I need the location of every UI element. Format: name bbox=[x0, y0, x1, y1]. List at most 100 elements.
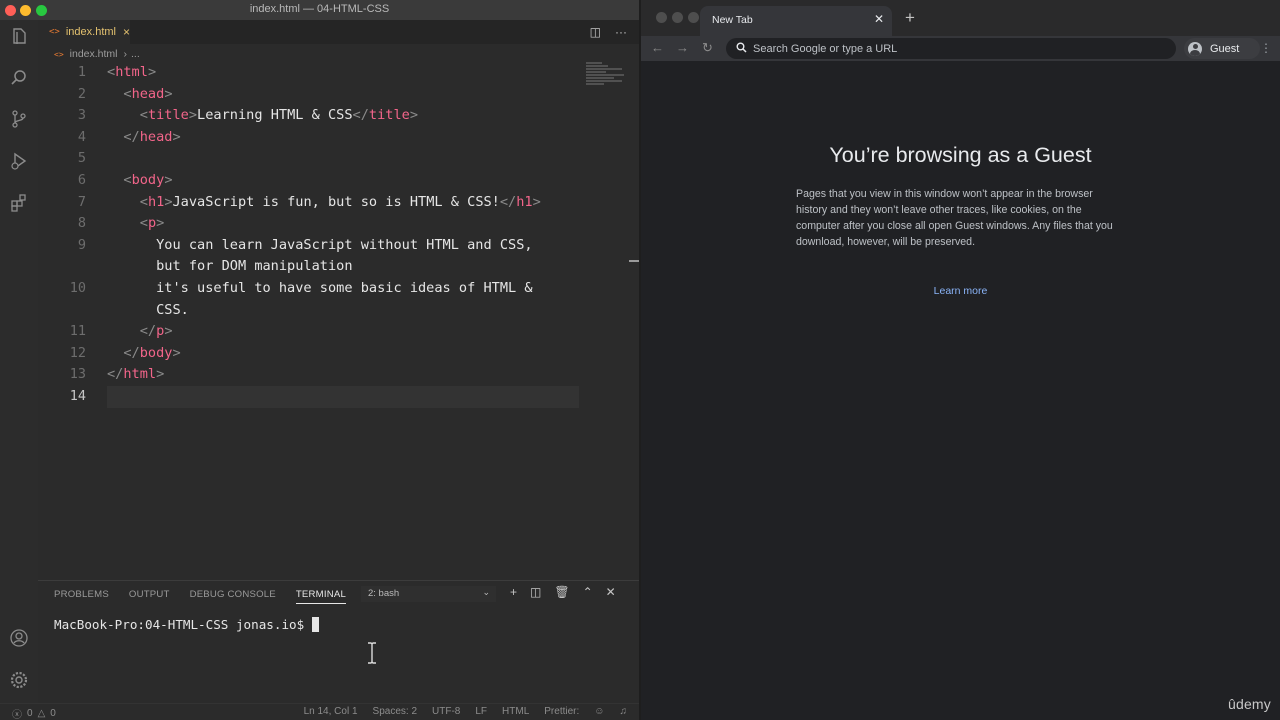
code-text: <h1>JavaScript is fun, but so is HTML & … bbox=[107, 192, 541, 214]
panel-tab-terminal[interactable]: TERMINAL bbox=[295, 589, 346, 604]
files-icon[interactable] bbox=[9, 27, 29, 47]
learn-more-link[interactable]: Learn more bbox=[641, 285, 1280, 297]
code-line[interactable]: 4 </head> bbox=[38, 127, 583, 149]
line-number: 8 bbox=[77, 215, 86, 232]
code-line[interactable]: 1 <html> bbox=[38, 62, 583, 84]
maximize-window-button[interactable] bbox=[688, 12, 699, 23]
new-tab-plus-icon[interactable]: + bbox=[905, 8, 915, 28]
code-line[interactable]: 13 </html> bbox=[38, 364, 583, 386]
code-line[interactable]: but for DOM manipulation bbox=[38, 256, 583, 278]
close-window-button[interactable] bbox=[656, 12, 667, 23]
mouse-ibeam-cursor-icon bbox=[368, 642, 376, 664]
code-line[interactable]: 11 </p> bbox=[38, 321, 583, 343]
code-line[interactable]: 7 <h1>JavaScript is fun, but so is HTML … bbox=[38, 192, 583, 214]
trash-icon[interactable]: 🗑 bbox=[554, 585, 569, 599]
minimize-window-button[interactable] bbox=[672, 12, 683, 23]
code-line[interactable]: 14 bbox=[38, 385, 583, 408]
tag-name-token: body bbox=[139, 344, 173, 361]
close-icon[interactable]: ✕ bbox=[874, 12, 884, 26]
bracket-token: < bbox=[139, 107, 148, 124]
terminal-cursor bbox=[312, 617, 320, 632]
prettier-status[interactable]: Prettier: bbox=[544, 706, 579, 717]
run-debug-icon[interactable] bbox=[9, 151, 29, 171]
source-control-icon[interactable] bbox=[9, 109, 29, 129]
tab-label: index.html bbox=[65, 26, 116, 38]
close-icon[interactable]: × bbox=[123, 25, 130, 39]
bracket-token: > bbox=[172, 344, 181, 361]
code-text: </html> bbox=[107, 364, 164, 386]
bracket-token: < bbox=[123, 85, 132, 102]
tab-bar: <> index.html × ◫ ··· bbox=[38, 20, 639, 44]
terminal-prompt-line[interactable]: MacBook-Pro:04-HTML-CSS jonas.io$ bbox=[54, 617, 320, 632]
maximize-panel-icon[interactable]: ⌃ bbox=[583, 585, 593, 599]
panel-tab-output[interactable]: OUTPUT bbox=[129, 589, 170, 604]
back-arrow-icon[interactable]: ← bbox=[651, 40, 664, 55]
scrollbar-marker[interactable] bbox=[629, 260, 639, 262]
minimap[interactable] bbox=[586, 62, 626, 92]
tag-name-token: body bbox=[131, 171, 165, 188]
problems-status[interactable]: ⓧ 0 △ 0 bbox=[12, 706, 56, 720]
settings-gear-icon[interactable] bbox=[9, 670, 29, 690]
bracket-token: > bbox=[156, 215, 165, 232]
panel-tab-debug-console[interactable]: DEBUG CONSOLE bbox=[190, 589, 276, 604]
bracket-token: < bbox=[139, 215, 148, 232]
indentation[interactable]: Spaces: 2 bbox=[373, 706, 417, 717]
code-line[interactable]: 10 it's useful to have some basic ideas … bbox=[38, 278, 583, 300]
code-line[interactable]: 5 bbox=[38, 148, 583, 170]
search-icon[interactable] bbox=[9, 68, 29, 88]
activity-bar bbox=[0, 20, 38, 703]
forward-arrow-icon[interactable]: → bbox=[676, 40, 689, 55]
code-line[interactable]: 8 <p> bbox=[38, 213, 583, 235]
code-text: <title>Learning HTML & CSS</title> bbox=[107, 105, 418, 127]
close-panel-icon[interactable]: ✕ bbox=[606, 585, 616, 599]
code-line[interactable]: 6 <body> bbox=[38, 170, 583, 192]
code-line[interactable]: CSS. bbox=[38, 300, 583, 322]
omnibox[interactable] bbox=[726, 38, 1176, 59]
code-line[interactable]: 12 </body> bbox=[38, 343, 583, 365]
panel-tab-problems[interactable]: PROBLEMS bbox=[54, 589, 109, 604]
search-icon bbox=[736, 42, 747, 53]
encoding[interactable]: UTF-8 bbox=[432, 706, 460, 717]
new-terminal-icon[interactable]: + bbox=[510, 585, 517, 599]
code-line[interactable]: 3 <title>Learning HTML & CSS</title> bbox=[38, 105, 583, 127]
split-terminal-icon[interactable]: ◫ bbox=[530, 585, 541, 599]
code-text: <body> bbox=[107, 170, 172, 192]
tab-index-html[interactable]: <> index.html × bbox=[38, 20, 130, 44]
chrome-toolbar: ← → ↻ Guest ⋮ bbox=[641, 36, 1280, 61]
terminal-select[interactable]: 2: bash ⌄ bbox=[361, 586, 496, 602]
language-mode[interactable]: HTML bbox=[502, 706, 529, 717]
feedback-icon[interactable]: ☺ bbox=[594, 706, 604, 717]
breadcrumb-file[interactable]: index.html bbox=[70, 48, 118, 60]
omnibox-input[interactable] bbox=[753, 41, 1153, 56]
more-actions-icon[interactable]: ··· bbox=[615, 25, 627, 39]
code-editor[interactable]: 1 <html> 2 <head> 3 <title>Learning HTML & … bbox=[38, 62, 583, 408]
bracket-token: > bbox=[172, 128, 181, 145]
text-token: CSS. bbox=[107, 301, 189, 318]
notifications-icon[interactable]: ♫ bbox=[620, 706, 628, 717]
code-line[interactable]: 2 <head> bbox=[38, 84, 583, 106]
accounts-icon[interactable] bbox=[9, 628, 29, 648]
text-token: it's useful to have some basic ideas of … bbox=[107, 279, 533, 296]
line-number: 12 bbox=[69, 344, 86, 361]
extensions-icon[interactable] bbox=[9, 193, 29, 213]
split-editor-icon[interactable]: ◫ bbox=[590, 25, 601, 39]
html-file-icon: <> bbox=[54, 49, 64, 59]
code-text: <head> bbox=[107, 84, 172, 106]
reload-icon[interactable]: ↻ bbox=[702, 40, 713, 56]
panel-actions: + ◫ 🗑 ⌃ ✕ bbox=[510, 585, 616, 599]
window-title: index.html — 04-HTML-CSS bbox=[249, 3, 390, 15]
end-of-line[interactable]: LF bbox=[475, 706, 487, 717]
tag-name-token: title bbox=[147, 107, 189, 124]
bracket-token: </ bbox=[499, 193, 517, 210]
code-text: it's useful to have some basic ideas of … bbox=[107, 278, 533, 300]
current-line-highlight bbox=[107, 385, 579, 408]
line-number: 11 bbox=[69, 323, 86, 340]
bracket-token: </ bbox=[107, 366, 124, 383]
code-line[interactable]: 9 You can learn JavaScript without HTML … bbox=[38, 235, 583, 257]
cursor-position[interactable]: Ln 14, Col 1 bbox=[304, 706, 358, 717]
breadcrumb-more[interactable]: ... bbox=[131, 48, 140, 60]
tab-new-tab[interactable]: New Tab ✕ bbox=[700, 6, 892, 36]
profile-button[interactable]: Guest bbox=[1184, 38, 1260, 59]
kebab-menu-icon[interactable]: ⋮ bbox=[1260, 41, 1272, 55]
tag-name-token: p bbox=[147, 215, 157, 232]
